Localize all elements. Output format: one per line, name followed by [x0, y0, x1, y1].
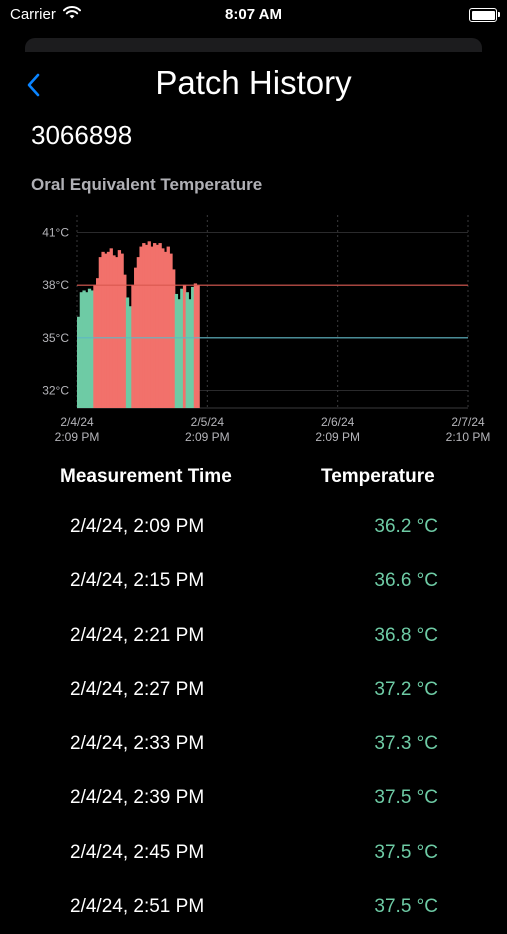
measurement-temperature: 37.2 °C: [374, 678, 438, 700]
y-tick-label: 35°C: [42, 331, 69, 345]
temperature-chart[interactable]: 41°C38°C35°C32°C2/4/242:09 PM2/5/242:09 …: [0, 205, 507, 450]
measurement-temperature: 36.8 °C: [374, 624, 438, 646]
chart-title: Oral Equivalent Temperature: [31, 175, 263, 194]
page-title: Patch History: [155, 64, 352, 101]
x-tick-date: 2/7/24: [451, 415, 485, 429]
x-tick-time: 2:09 PM: [185, 430, 230, 444]
measurement-time: 2/4/24, 2:51 PM: [70, 896, 205, 918]
table-row[interactable]: 2/4/24, 2:33 PM 37.3 °C: [0, 717, 507, 771]
y-tick-label: 38°C: [42, 278, 69, 292]
battery-icon: [469, 8, 500, 22]
table-row[interactable]: 2/4/24, 2:15 PM 36.6 °C: [0, 554, 507, 608]
measurement-time: 2/4/24, 2:09 PM: [70, 516, 205, 537]
x-tick-date: 2/6/24: [321, 415, 355, 429]
measurement-list[interactable]: 2/4/24, 2:09 PM 36.2 °C 2/4/24, 2:15 PM 36.…: [0, 500, 507, 934]
x-tick-time: 2:09 PM: [55, 430, 100, 444]
x-tick-date: 2/4/24: [60, 415, 94, 429]
status-clock: 8:07 AM: [225, 6, 282, 23]
measurement-temperature: 37.5 °C: [374, 787, 438, 809]
x-tick-time: 2:10 PM: [446, 430, 491, 444]
measurement-time: 2/4/24, 2:33 PM: [70, 733, 205, 755]
measurement-temperature: 36.2 °C: [374, 516, 438, 537]
measurement-temperature: 37.5 °C: [374, 896, 438, 918]
table-row[interactable]: 2/4/24, 2:09 PM 36.2 °C: [0, 500, 507, 554]
table-row[interactable]: 2/4/24, 2:45 PM 37.5 °C: [0, 826, 507, 880]
measurement-temperature: 36.6 °C: [374, 570, 438, 592]
y-tick-label: 32°C: [42, 383, 69, 397]
table-row[interactable]: 2/4/24, 2:27 PM 37.2 °C: [0, 663, 507, 717]
status-bar: Carrier 8:07 AM: [0, 0, 507, 30]
measurement-time: 2/4/24, 2:15 PM: [70, 570, 205, 592]
measurement-time: 2/4/24, 2:45 PM: [70, 841, 205, 863]
column-header-temperature: Temperature: [321, 466, 435, 487]
y-tick-label: 41°C: [42, 226, 69, 240]
column-header-time: Measurement Time: [60, 466, 232, 487]
measurement-time: 2/4/24, 2:39 PM: [70, 787, 205, 809]
patch-id: 3066898: [31, 120, 133, 150]
measurement-time: 2/4/24, 2:27 PM: [70, 678, 205, 700]
table-row[interactable]: 2/4/24, 2:51 PM 37.5 °C: [0, 880, 507, 934]
x-tick-date: 2/5/24: [191, 415, 225, 429]
measurement-time: 2/4/24, 2:21 PM: [70, 624, 205, 646]
table-row[interactable]: 2/4/24, 2:21 PM 36.8 °C: [0, 609, 507, 663]
table-row[interactable]: 2/4/24, 2:39 PM 37.5 °C: [0, 771, 507, 825]
measurement-temperature: 37.3 °C: [374, 733, 438, 755]
measurement-temperature: 37.5 °C: [374, 841, 438, 863]
temperature-bar: [196, 285, 200, 408]
sheet-top-edge: [25, 38, 482, 52]
x-tick-time: 2:09 PM: [315, 430, 360, 444]
